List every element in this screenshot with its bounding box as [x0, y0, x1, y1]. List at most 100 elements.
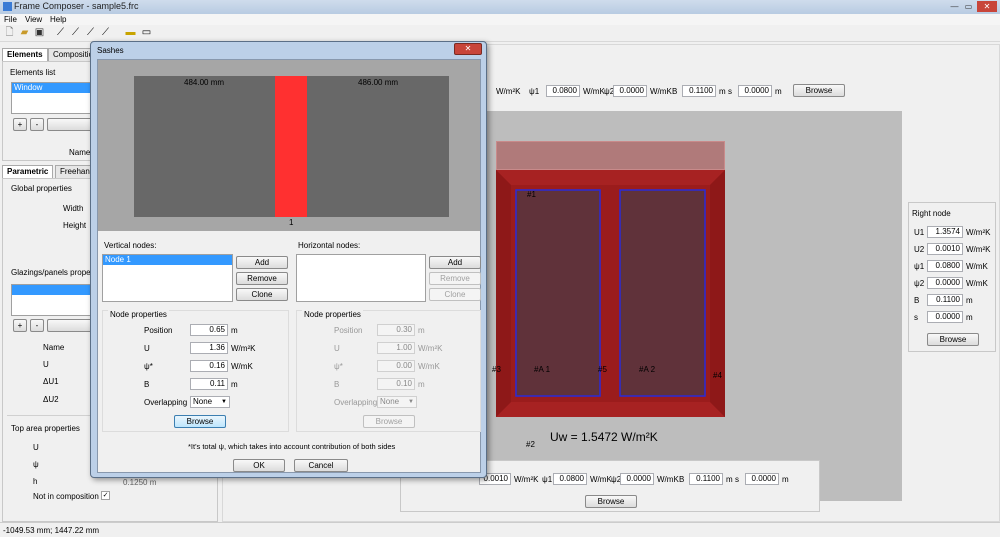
dialog-close-icon[interactable]: ✕ [454, 43, 482, 55]
h-overlap-select[interactable]: None ▼ [377, 396, 417, 408]
footnote: *It's total ψ, which takes into account … [188, 442, 396, 451]
horizontal-remove-button[interactable]: Remove [429, 272, 481, 285]
maximize-icon[interactable]: ▭ [962, 1, 975, 12]
tab-elements[interactable]: Elements [2, 48, 48, 61]
tool-1-icon[interactable]: ⟋ [55, 27, 66, 38]
vertical-node-properties: Node properties Position 0.65 m U 1.36 W… [102, 310, 289, 432]
dialog-body: 484.00 mm 486.00 mm 1 Vertical nodes: No… [97, 59, 481, 473]
rn-u2-input[interactable]: 0.0010 [927, 243, 963, 255]
rn-psi2-input[interactable]: 0.0000 [927, 277, 963, 289]
bottom-psi1-input[interactable]: 0.0800 [553, 473, 587, 485]
tab-parametric[interactable]: Parametric [2, 165, 54, 178]
rn-psi1-unit: W/mK [966, 262, 988, 271]
elements-list[interactable]: Window [11, 82, 97, 114]
menu-help[interactable]: Help [50, 15, 66, 24]
bottom-b-input[interactable]: 0.1100 [689, 473, 723, 485]
top-psi2-input[interactable]: 0.0000 [613, 85, 647, 97]
sash-preview[interactable]: 484.00 mm 486.00 mm 1 [98, 60, 480, 231]
h-overlap-label: Overlapping [334, 398, 378, 407]
rn-b-input[interactable]: 0.1100 [927, 294, 963, 306]
top-s-unit: m [775, 87, 782, 96]
v-overlap-select[interactable]: None ▼ [190, 396, 230, 408]
vertical-clone-button[interactable]: Clone [236, 288, 288, 301]
drawing-canvas[interactable]: #1 #2 #3 #4 #5 #A 1 #A 2 Uw = 1.5472 W/m… [486, 111, 902, 501]
chevron-down-icon: ▼ [221, 399, 227, 405]
h-position-input[interactable]: 0.30 [377, 324, 415, 336]
bottom-browse-button[interactable]: Browse [585, 495, 637, 508]
tool-3-icon[interactable]: ⟋ [85, 27, 96, 38]
frame-top-edge [496, 170, 725, 185]
h-browse-button[interactable]: Browse [363, 415, 415, 428]
glazing-du1-label: ΔU1 [43, 377, 59, 386]
add-glazing-button[interactable]: + [13, 319, 27, 332]
tool-4-icon[interactable]: ⟋ [100, 27, 111, 38]
remove-element-button[interactable]: - [30, 118, 44, 131]
horizontal-add-button[interactable]: Add [429, 256, 481, 269]
glazing-a2[interactable] [619, 189, 706, 397]
h-b-label: B [334, 380, 340, 389]
v-position-input[interactable]: 0.65 [190, 324, 228, 336]
remove-glazing-button[interactable]: - [30, 319, 44, 332]
top-psi2-unit: W/mK [650, 87, 672, 96]
menu-file[interactable]: File [4, 15, 17, 24]
bottom-b-label: B [679, 475, 685, 484]
frame-drawing[interactable] [496, 170, 725, 417]
vertical-nodes-list[interactable]: Node 1 [102, 254, 233, 302]
cancel-button[interactable]: Cancel [294, 459, 348, 472]
bottom-psi1-unit: W/mK [590, 475, 612, 484]
cursor-coordinates: -1049.53 mm; 1447.22 mm [3, 526, 100, 535]
list-item[interactable]: Node 1 [103, 255, 232, 265]
top-area[interactable] [496, 141, 725, 170]
top-b-input[interactable]: 0.1100 [682, 85, 716, 97]
not-in-composition-checkbox[interactable]: ✓ [101, 491, 110, 500]
frame-left-edge [496, 170, 511, 417]
v-u-input[interactable]: 1.36 [190, 342, 228, 354]
list-item[interactable]: Window [12, 83, 96, 93]
bottom-u2-unit: W/m²K [514, 475, 539, 484]
top-s-input[interactable]: 0.0000 [738, 85, 772, 97]
save-icon[interactable]: ▣ [34, 27, 45, 38]
rn-s-input[interactable]: 0.0000 [927, 311, 963, 323]
tool-5-icon[interactable]: ▬ [125, 27, 136, 38]
horizontal-nodes-list[interactable] [296, 254, 426, 302]
menu-view[interactable]: View [25, 15, 42, 24]
rn-u1-input[interactable]: 1.3574 [927, 226, 963, 238]
horizontal-clone-button[interactable]: Clone [429, 288, 481, 301]
v-psi-input[interactable]: 0.16 [190, 360, 228, 372]
glazing-a1[interactable] [515, 189, 601, 397]
h-u-input[interactable]: 1.00 [377, 342, 415, 354]
v-b-input[interactable]: 0.11 [190, 378, 228, 390]
minimize-icon[interactable]: — [948, 1, 961, 12]
h-overlap-value: None [380, 397, 400, 406]
add-element-button[interactable]: + [13, 118, 27, 131]
top-s-label: s [728, 87, 732, 96]
top-psi1-label: ψ1 [529, 87, 540, 96]
close-icon[interactable]: ✕ [977, 1, 997, 12]
h-b-input[interactable]: 0.10 [377, 378, 415, 390]
bottom-s-input[interactable]: 0.0000 [745, 473, 779, 485]
h-psi-input[interactable]: 0.00 [377, 360, 415, 372]
glazing-name-label: Name [43, 343, 65, 352]
list-item[interactable] [12, 285, 96, 295]
bottom-s-label: s [735, 475, 739, 484]
monitor-icon[interactable]: ▭ [141, 27, 152, 38]
ok-button[interactable]: OK [233, 459, 285, 472]
top-psi1-input[interactable]: 0.0800 [546, 85, 580, 97]
right-node-browse-button[interactable]: Browse [927, 333, 979, 346]
open-folder-icon[interactable]: ▰ [19, 27, 30, 38]
tool-2-icon[interactable]: ⟋ [70, 27, 81, 38]
bottom-psi2-input[interactable]: 0.0000 [620, 473, 654, 485]
vertical-node-bar[interactable] [275, 76, 307, 217]
vertical-remove-button[interactable]: Remove [236, 272, 288, 285]
v-b-unit: m [231, 380, 238, 389]
label-n4: #4 [713, 371, 722, 380]
bottom-psi1-label: ψ1 [542, 475, 553, 484]
top-browse-button[interactable]: Browse [793, 84, 845, 97]
glazings-list[interactable] [11, 284, 97, 316]
top-psi1-unit: W/mK [583, 87, 605, 96]
width-label: Width [63, 204, 84, 213]
v-browse-button[interactable]: Browse [174, 415, 226, 428]
vertical-add-button[interactable]: Add [236, 256, 288, 269]
new-file-icon[interactable]: 🗋 [4, 27, 15, 38]
rn-psi1-input[interactable]: 0.0800 [927, 260, 963, 272]
